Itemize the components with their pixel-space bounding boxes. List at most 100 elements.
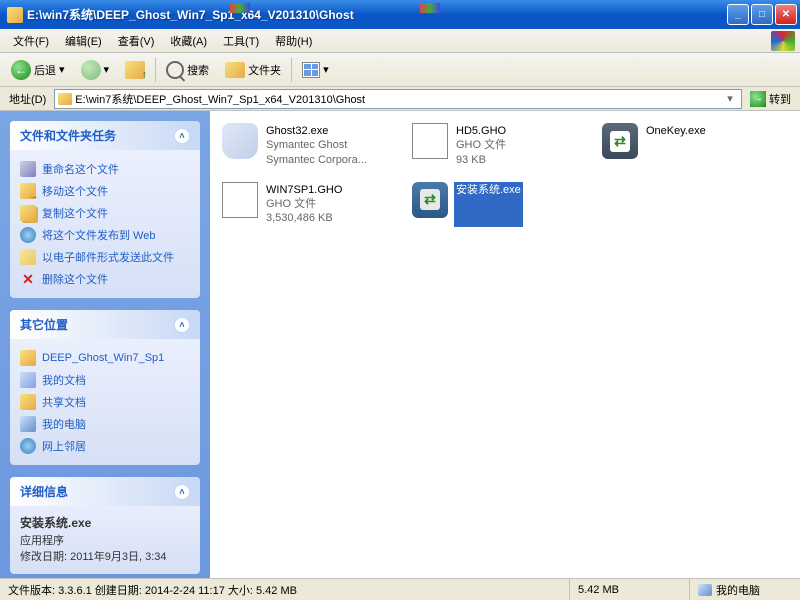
copy-icon bbox=[20, 205, 36, 221]
address-label: 地址(D) bbox=[5, 91, 50, 107]
separator bbox=[291, 58, 292, 82]
task-email[interactable]: 以电子邮件形式发送此文件 bbox=[20, 246, 190, 268]
menu-favorites[interactable]: 收藏(A) bbox=[162, 30, 215, 52]
place-label: 我的文档 bbox=[42, 372, 86, 388]
tasks-panel-title: 文件和文件夹任务 bbox=[20, 127, 116, 144]
file-line3: 3,530,486 KB bbox=[266, 211, 342, 225]
place-my-documents[interactable]: 我的文档 bbox=[20, 369, 190, 391]
rename-icon bbox=[20, 161, 36, 177]
tasks-panel: 文件和文件夹任务 ˄ 重命名这个文件 移动这个文件 复制这个文件 将这个文件发布… bbox=[10, 121, 200, 298]
details-modified-value: 2011年9月3日, 3:34 bbox=[70, 551, 166, 563]
details-panel-title: 详细信息 bbox=[20, 483, 68, 500]
task-label: 将这个文件发布到 Web bbox=[42, 227, 155, 243]
status-location-label: 我的电脑 bbox=[716, 582, 760, 598]
task-delete[interactable]: ✕ 删除这个文件 bbox=[20, 268, 190, 290]
minimize-button[interactable]: _ bbox=[727, 4, 749, 25]
window-title: E:\win7系统\DEEP_Ghost_Win7_Sp1_x64_V20131… bbox=[27, 6, 727, 23]
status-size: 5.42 MB bbox=[570, 579, 690, 600]
task-publish-web[interactable]: 将这个文件发布到 Web bbox=[20, 224, 190, 246]
onekey-icon bbox=[602, 123, 638, 159]
place-my-computer[interactable]: 我的电脑 bbox=[20, 413, 190, 435]
place-network[interactable]: 网上邻居 bbox=[20, 435, 190, 457]
file-item[interactable]: OneKey.exe bbox=[600, 121, 770, 170]
folders-label: 文件夹 bbox=[248, 62, 281, 78]
places-panel: 其它位置 ˄ DEEP_Ghost_Win7_Sp1 我的文档 共享文档 我的电… bbox=[10, 310, 200, 465]
go-arrow-icon: → bbox=[750, 91, 766, 107]
file-line2: Symantec Ghost bbox=[266, 138, 367, 152]
address-input-wrapper[interactable]: ▾ bbox=[54, 89, 742, 109]
forward-button[interactable]: ▾ bbox=[75, 57, 116, 83]
file-item[interactable]: Ghost32.exe Symantec Ghost Symantec Corp… bbox=[220, 121, 390, 170]
views-button[interactable]: ▾ bbox=[296, 59, 335, 81]
chevron-down-icon: ▾ bbox=[59, 63, 65, 76]
file-text: Ghost32.exe Symantec Ghost Symantec Corp… bbox=[264, 123, 369, 168]
details-body: 安装系统.exe 应用程序 修改日期: 2011年9月3日, 3:34 bbox=[10, 506, 200, 574]
move-icon bbox=[20, 183, 36, 199]
back-button[interactable]: ← 后退 ▾ bbox=[5, 57, 71, 83]
details-panel: 详细信息 ˄ 安装系统.exe 应用程序 修改日期: 2011年9月3日, 3:… bbox=[10, 477, 200, 574]
maximize-button[interactable]: □ bbox=[751, 4, 773, 25]
folders-button[interactable]: 文件夹 bbox=[219, 59, 287, 81]
file-name: OneKey.exe bbox=[646, 124, 706, 138]
chevron-down-icon: ▾ bbox=[104, 63, 110, 76]
address-input[interactable] bbox=[75, 93, 719, 105]
windows-logo-icon bbox=[771, 31, 795, 51]
file-name: HD5.GHO bbox=[456, 124, 506, 138]
search-button[interactable]: 搜索 bbox=[160, 58, 215, 82]
status-location: 我的电脑 bbox=[690, 579, 800, 600]
delete-icon: ✕ bbox=[20, 271, 36, 287]
file-item[interactable]: 安装系统.exe bbox=[410, 180, 580, 229]
task-label: 重命名这个文件 bbox=[42, 161, 119, 177]
chevron-up-icon: ˄ bbox=[174, 484, 190, 500]
sidebar: 文件和文件夹任务 ˄ 重命名这个文件 移动这个文件 复制这个文件 将这个文件发布… bbox=[0, 111, 210, 578]
separator bbox=[155, 58, 156, 82]
place-label: 共享文档 bbox=[42, 394, 86, 410]
file-name: 安装系统.exe bbox=[456, 183, 521, 197]
menu-tools[interactable]: 工具(T) bbox=[215, 30, 267, 52]
menu-file[interactable]: 文件(F) bbox=[5, 30, 57, 52]
address-dropdown-icon[interactable]: ▾ bbox=[722, 92, 738, 105]
file-item[interactable]: HD5.GHO GHO 文件 93 KB bbox=[410, 121, 580, 170]
titlebar: E:\win7系统\DEEP_Ghost_Win7_Sp1_x64_V20131… bbox=[0, 0, 800, 29]
task-label: 删除这个文件 bbox=[42, 271, 108, 287]
task-label: 以电子邮件形式发送此文件 bbox=[42, 249, 174, 265]
chevron-up-icon: ˄ bbox=[174, 317, 190, 333]
file-name: Ghost32.exe bbox=[266, 124, 367, 138]
menu-help[interactable]: 帮助(H) bbox=[267, 30, 320, 52]
menubar: 文件(F) 编辑(E) 查看(V) 收藏(A) 工具(T) 帮助(H) bbox=[0, 29, 800, 53]
ghost-icon bbox=[222, 123, 258, 159]
file-item[interactable]: WIN7SP1.GHO GHO 文件 3,530,486 KB bbox=[220, 180, 390, 229]
forward-icon bbox=[81, 60, 101, 80]
file-name: WIN7SP1.GHO bbox=[266, 183, 342, 197]
file-list-area[interactable]: Ghost32.exe Symantec Ghost Symantec Corp… bbox=[210, 111, 800, 578]
details-panel-header[interactable]: 详细信息 ˄ bbox=[10, 477, 200, 506]
places-panel-header[interactable]: 其它位置 ˄ bbox=[10, 310, 200, 339]
file-text: WIN7SP1.GHO GHO 文件 3,530,486 KB bbox=[264, 182, 344, 227]
task-move[interactable]: 移动这个文件 bbox=[20, 180, 190, 202]
folder-icon bbox=[20, 350, 36, 366]
documents-icon bbox=[20, 372, 36, 388]
computer-icon bbox=[20, 416, 36, 432]
folders-icon bbox=[225, 62, 245, 78]
up-button[interactable] bbox=[119, 58, 151, 82]
file-line2: GHO 文件 bbox=[266, 197, 342, 211]
tasks-panel-header[interactable]: 文件和文件夹任务 ˄ bbox=[10, 121, 200, 150]
task-copy[interactable]: 复制这个文件 bbox=[20, 202, 190, 224]
close-button[interactable]: ✕ bbox=[775, 4, 797, 25]
file-text: OneKey.exe bbox=[644, 123, 708, 168]
folder-icon bbox=[58, 93, 72, 105]
file-text: HD5.GHO GHO 文件 93 KB bbox=[454, 123, 508, 168]
place-parent-folder[interactable]: DEEP_Ghost_Win7_Sp1 bbox=[20, 347, 190, 369]
place-shared-docs[interactable]: 共享文档 bbox=[20, 391, 190, 413]
file-text: 安装系统.exe bbox=[454, 182, 523, 227]
go-label: 转到 bbox=[769, 91, 791, 107]
task-label: 复制这个文件 bbox=[42, 205, 108, 221]
shared-icon bbox=[20, 394, 36, 410]
chevron-up-icon: ˄ bbox=[174, 128, 190, 144]
install-icon bbox=[412, 182, 448, 218]
menu-edit[interactable]: 编辑(E) bbox=[57, 30, 110, 52]
menu-view[interactable]: 查看(V) bbox=[110, 30, 163, 52]
status-main: 文件版本: 3.3.6.1 创建日期: 2014-2-24 11:17 大小: … bbox=[0, 579, 570, 600]
task-rename[interactable]: 重命名这个文件 bbox=[20, 158, 190, 180]
go-button[interactable]: → 转到 bbox=[746, 89, 795, 109]
